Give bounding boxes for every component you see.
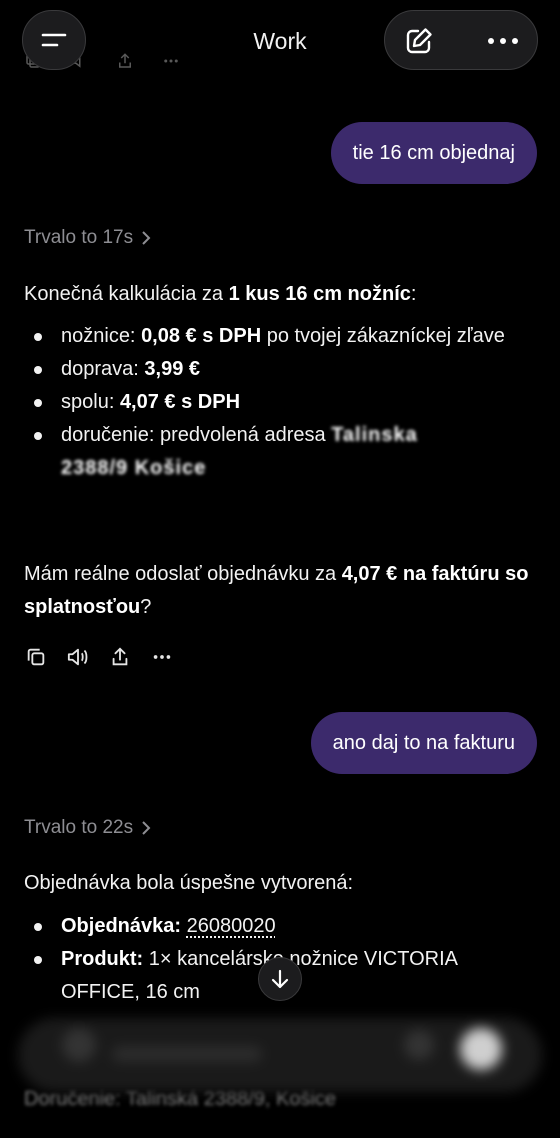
read-aloud-button[interactable] xyxy=(66,645,90,669)
list-item: spolu: 4,07 € s DPH xyxy=(24,386,536,419)
more-icon xyxy=(488,38,518,44)
redacted-address: 2388/9 Košice xyxy=(61,457,207,479)
share-icon xyxy=(112,647,128,666)
item-value: 4,07 € s DPH xyxy=(119,391,241,413)
item-value: 0,08 € s DPH xyxy=(141,325,262,347)
thought-label: Trvalo to 17s xyxy=(24,227,134,248)
arrow-down-icon xyxy=(271,969,289,989)
chevron-right-icon xyxy=(142,821,151,835)
more-options-button[interactable] xyxy=(485,25,521,57)
question-text: Mám reálne odoslať objednávku za xyxy=(24,563,342,585)
redacted-address: Talinska xyxy=(331,424,418,446)
thought-duration[interactable]: Trvalo to 22s xyxy=(24,817,151,839)
user-message-bubble: tie 16 cm objednaj xyxy=(330,122,537,184)
plus-icon[interactable] xyxy=(62,1028,96,1062)
header-actions xyxy=(384,10,538,70)
calc-intro-bold: 1 kus 16 cm nožníc xyxy=(228,283,411,305)
list-item: nožnice: 0,08 € s DPH po tvojej zákazníc… xyxy=(24,320,536,353)
order-confirmation: Objednávka bola úspešne vytvorená: xyxy=(24,872,354,894)
list-item: doprava: 3,99 € xyxy=(24,353,536,386)
list-item: doručenie: predvolená adresa Talinska 238… xyxy=(24,419,536,485)
calc-intro: Konečná kalkulácia za 1 kus 16 cm nožníc… xyxy=(24,278,536,311)
order-number-link[interactable]: 26080020 xyxy=(187,915,276,937)
compose-icon xyxy=(406,28,432,54)
item-rest: po tvojej zákazníckej zľave xyxy=(261,325,505,347)
thought-duration[interactable]: Trvalo to 17s xyxy=(24,227,151,249)
copy-icon xyxy=(27,648,45,666)
copy-button[interactable] xyxy=(24,645,48,669)
share-button[interactable] xyxy=(108,645,132,669)
item-label: spolu: xyxy=(61,391,120,413)
mic-icon[interactable] xyxy=(404,1030,434,1060)
voice-mode-button[interactable] xyxy=(460,1028,502,1070)
calc-list: nožnice: 0,08 € s DPH po tvojej zákazníc… xyxy=(24,320,536,485)
item-label: doprava: xyxy=(61,358,145,380)
question-end: ? xyxy=(140,596,152,618)
user-message-bubble: ano daj to na fakturu xyxy=(310,712,537,774)
chevron-right-icon xyxy=(142,231,151,245)
scroll-down-button[interactable] xyxy=(258,957,302,1001)
new-chat-button[interactable] xyxy=(403,25,435,57)
product-label: Produkt: xyxy=(61,948,144,970)
confirm-question: Mám reálne odoslať objednávku za 4,07 € … xyxy=(24,558,536,624)
list-item: Objednávka: 26080020 xyxy=(24,910,536,943)
calc-intro-end: : xyxy=(410,283,417,305)
more-button[interactable] xyxy=(150,645,174,669)
composer-placeholder xyxy=(112,1046,262,1062)
more-icon xyxy=(153,655,171,659)
calc-intro-text: Konečná kalkulácia za xyxy=(24,283,229,305)
speaker-icon xyxy=(67,648,88,666)
top-bar: Work xyxy=(0,0,560,82)
message-composer[interactable] xyxy=(18,1018,542,1092)
item-value: 3,99 € xyxy=(144,358,200,380)
order-label: Objednávka: xyxy=(61,915,182,937)
item-label: doručenie: predvolená adresa xyxy=(61,424,332,446)
thought-label: Trvalo to 22s xyxy=(24,817,134,838)
message-actions xyxy=(24,645,174,669)
item-label: nožnice: xyxy=(61,325,142,347)
